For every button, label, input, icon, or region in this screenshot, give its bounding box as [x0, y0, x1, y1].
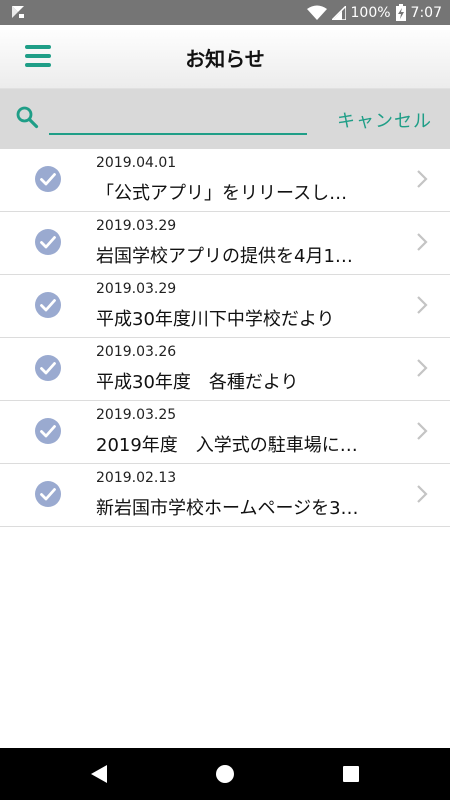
- battery-percent: 100%: [350, 4, 391, 21]
- wifi-icon: [306, 5, 327, 20]
- back-icon[interactable]: [90, 764, 108, 784]
- status-icons: 100% 7:07: [306, 0, 442, 25]
- list-item[interactable]: 2019.03.29 岩国学校アプリの提供を4月1…: [0, 212, 450, 275]
- list-item[interactable]: 2019.04.01 「公式アプリ」をリリースし…: [0, 149, 450, 212]
- chevron-right-icon: [417, 233, 428, 251]
- chevron-right-icon: [417, 485, 428, 503]
- news-date: 2019.03.29: [96, 281, 177, 297]
- search-icon: [16, 106, 39, 129]
- news-date: 2019.03.26: [96, 344, 177, 360]
- battery-charging-icon: [395, 4, 406, 21]
- news-date: 2019.02.13: [96, 470, 177, 486]
- news-title: 岩国学校アプリの提供を4月1…: [96, 246, 353, 267]
- recent-apps-icon[interactable]: [343, 766, 359, 782]
- cell-signal-icon: [331, 5, 346, 20]
- check-circle-icon: [35, 229, 61, 255]
- search-input[interactable]: [49, 103, 307, 135]
- news-title: 新岩国市学校ホームページを3…: [96, 498, 359, 519]
- page-title: お知らせ: [185, 47, 265, 71]
- news-title: 「公式アプリ」をリリースし…: [96, 183, 348, 204]
- check-circle-icon: [35, 292, 61, 318]
- list-item[interactable]: 2019.03.26 平成30年度 各種だより: [0, 338, 450, 401]
- check-circle-icon: [35, 481, 61, 507]
- list-item[interactable]: 2019.02.13 新岩国市学校ホームページを3…: [0, 464, 450, 527]
- news-list: 2019.04.01 「公式アプリ」をリリースし… 2019.03.29 岩国学…: [0, 149, 450, 527]
- chevron-right-icon: [417, 170, 428, 188]
- news-title: 平成30年度川下中学校だより: [96, 309, 335, 330]
- news-date: 2019.03.29: [96, 218, 177, 234]
- check-circle-icon: [35, 166, 61, 192]
- app-header: お知らせ: [0, 25, 450, 89]
- news-date: 2019.03.25: [96, 407, 177, 423]
- home-icon[interactable]: [216, 765, 234, 783]
- news-title: 平成30年度 各種だより: [96, 372, 299, 393]
- list-item[interactable]: 2019.03.25 2019年度 入学式の駐車場に…: [0, 401, 450, 464]
- news-date: 2019.04.01: [96, 155, 177, 171]
- chevron-right-icon: [417, 359, 428, 377]
- check-circle-icon: [35, 355, 61, 381]
- status-bar: 100% 7:07: [0, 0, 450, 25]
- check-circle-icon: [35, 418, 61, 444]
- app-notification-icon: [12, 6, 24, 18]
- search-bar: キャンセル: [0, 89, 450, 149]
- chevron-right-icon: [417, 422, 428, 440]
- news-title: 2019年度 入学式の駐車場に…: [96, 435, 358, 456]
- clock: 7:07: [410, 4, 442, 21]
- list-item[interactable]: 2019.03.29 平成30年度川下中学校だより: [0, 275, 450, 338]
- system-nav-bar: [0, 748, 450, 800]
- chevron-right-icon: [417, 296, 428, 314]
- cancel-button[interactable]: キャンセル: [337, 107, 432, 133]
